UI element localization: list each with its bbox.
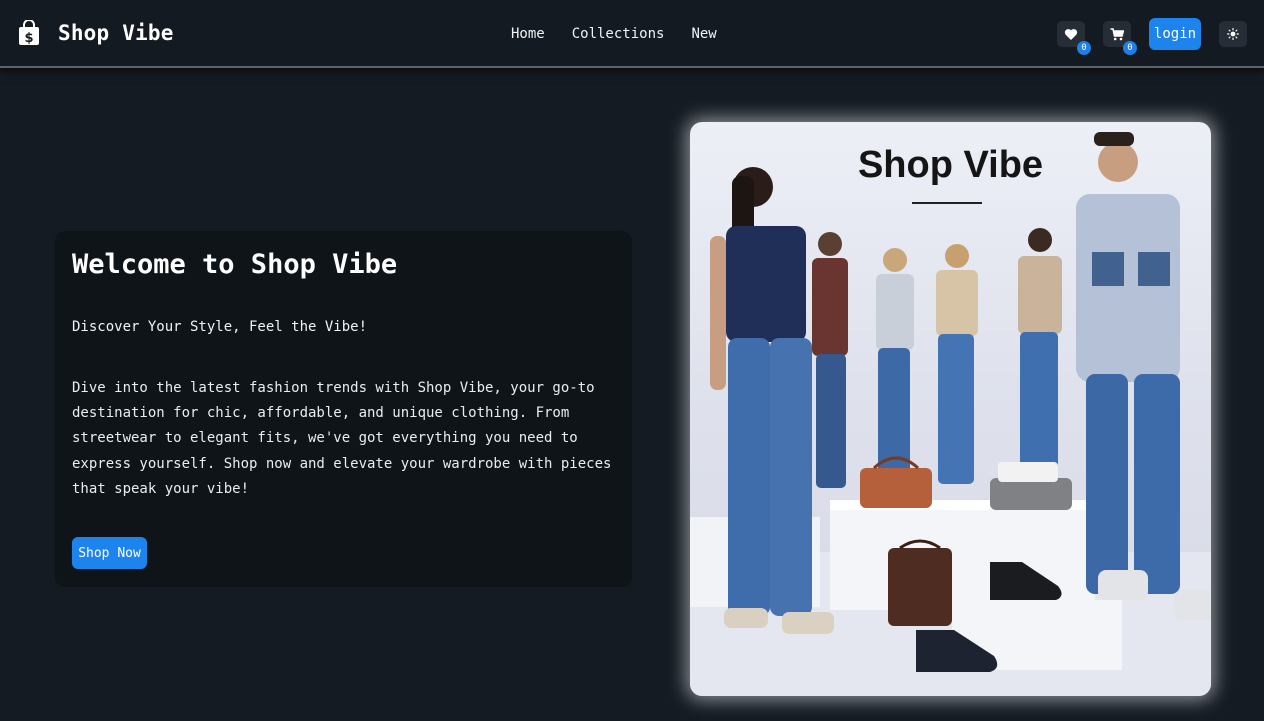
brand-name: Shop Vibe: [58, 21, 174, 45]
fashion-group-photo: [690, 132, 1211, 696]
theme-toggle-button[interactable]: [1219, 21, 1247, 47]
sun-icon: [1227, 28, 1239, 40]
hero-tagline: Discover Your Style, Feel the Vibe!: [72, 319, 368, 335]
shopping-bag-icon: $: [19, 20, 39, 46]
nav-link-home[interactable]: Home: [511, 25, 545, 43]
brand[interactable]: $ Shop Vibe: [18, 20, 174, 46]
svg-text:$: $: [24, 31, 33, 46]
wishlist-button[interactable]: 0: [1057, 21, 1091, 55]
hero-description: Dive into the latest fashion trends with…: [72, 380, 612, 497]
cart-icon: [1110, 27, 1124, 40]
hero-image: Shop Vibe: [690, 122, 1211, 696]
main-nav: Home Collections New: [511, 25, 744, 43]
wishlist-count-badge: 0: [1077, 41, 1091, 55]
heart-icon: [1064, 28, 1078, 40]
hero-card: Welcome to Shop Vibe Discover Your Style…: [55, 231, 632, 587]
hero-title: Welcome to Shop Vibe: [72, 249, 398, 280]
cart-count-badge: 0: [1123, 41, 1137, 55]
cart-button[interactable]: 0: [1103, 21, 1137, 55]
navbar: $ Shop Vibe Home Collections New 0 0 log…: [0, 0, 1264, 68]
nav-link-collections[interactable]: Collections: [572, 25, 665, 43]
shop-now-button[interactable]: Shop Now: [72, 537, 147, 569]
hero-image-heading: Shop Vibe: [857, 144, 1044, 186]
login-button[interactable]: login: [1149, 18, 1201, 50]
nav-link-new[interactable]: New: [691, 25, 716, 43]
